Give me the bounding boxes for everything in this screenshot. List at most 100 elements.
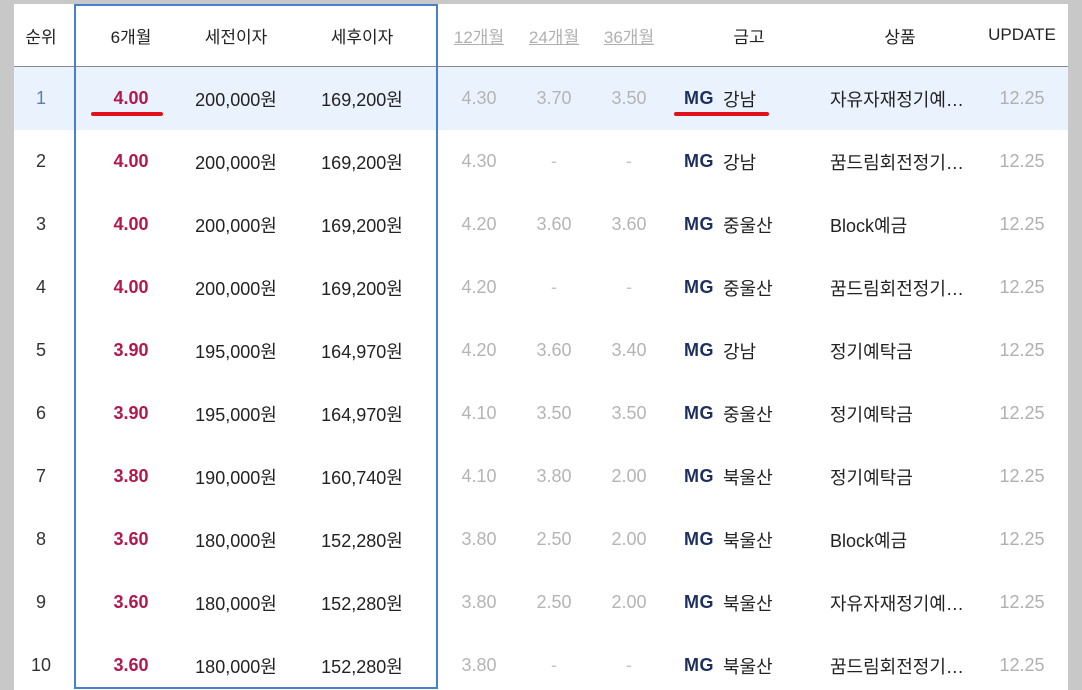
header-6-months[interactable]: 6개월 bbox=[76, 4, 186, 66]
bank-cell: MG 강남 bbox=[684, 130, 824, 193]
rate-12-months: 4.10 bbox=[461, 466, 497, 486]
header-36-months[interactable]: 36개월 bbox=[594, 4, 664, 66]
rate-6-months: 3.90 bbox=[113, 403, 149, 423]
update-cell: 12.25 bbox=[999, 592, 1045, 612]
rate-24-months: 3.60 bbox=[536, 214, 572, 234]
table-row[interactable]: 8 3.60 180,000원 152,280원 3.80 2.50 2.00 MG 북울산 Bl… bbox=[14, 508, 1068, 571]
header-bank: 금고 bbox=[733, 27, 765, 47]
product-cell[interactable]: 정기예탁금 bbox=[830, 382, 980, 445]
rate-36-months: 3.40 bbox=[611, 340, 647, 360]
table-row[interactable]: 9 3.60 180,000원 152,280원 3.80 2.50 2.00 MG 북울산 자유… bbox=[14, 571, 1068, 634]
product-cell[interactable]: 정기예탁금 bbox=[830, 445, 980, 508]
bank-cell: MG 북울산 bbox=[684, 634, 824, 690]
pretax-interest: 195,000원 bbox=[195, 341, 277, 362]
bank-cell: MG 북울산 bbox=[684, 445, 824, 508]
bank-cell: MG 중울산 bbox=[684, 193, 824, 256]
table-row[interactable]: 10 3.60 180,000원 152,280원 3.80 - - MG 북울산 꿈드림회전정기… bbox=[14, 634, 1068, 690]
bank-name: 북울산 bbox=[723, 530, 773, 551]
rate-24-months: 3.60 bbox=[536, 340, 572, 360]
rate-24-months: - bbox=[551, 151, 557, 171]
rate-36-months: - bbox=[626, 655, 632, 675]
rate-12-months: 4.20 bbox=[461, 277, 497, 297]
rate-table-frame: 순위 6개월 세전이자 세후이자 12개월 24개월 36개월 금고 상품 UP… bbox=[14, 4, 1068, 690]
product-cell[interactable]: 꿈드림회전정기… bbox=[830, 130, 980, 193]
header-product: 상품 bbox=[884, 27, 916, 47]
header-posttax-interest: 세후이자 bbox=[330, 27, 394, 47]
mg-logo: MG bbox=[684, 403, 714, 423]
pretax-interest: 200,000원 bbox=[195, 152, 277, 173]
rate-6-months: 4.00 bbox=[113, 151, 149, 171]
product-cell[interactable]: Block예금 bbox=[830, 193, 980, 256]
product-cell[interactable]: 꿈드림회전정기… bbox=[830, 256, 980, 319]
mg-logo: MG bbox=[684, 655, 714, 675]
table-row[interactable]: 6 3.90 195,000원 164,970원 4.10 3.50 3.50 MG 중울산 정기… bbox=[14, 382, 1068, 445]
header-24-months[interactable]: 24개월 bbox=[519, 4, 589, 66]
update-cell: 12.25 bbox=[999, 466, 1045, 486]
rate-24-months: 2.50 bbox=[536, 529, 572, 549]
rate-6-months: 3.60 bbox=[113, 592, 149, 612]
rate-36-months: - bbox=[626, 151, 632, 171]
bank-name: 북울산 bbox=[723, 656, 773, 677]
rate-36-months: 2.00 bbox=[611, 592, 647, 612]
table-header: 순위 6개월 세전이자 세후이자 12개월 24개월 36개월 금고 상품 UP… bbox=[14, 4, 1068, 67]
bank-cell: MG 북울산 bbox=[684, 508, 824, 571]
mg-logo: MG bbox=[684, 277, 714, 297]
posttax-interest: 169,200원 bbox=[321, 152, 403, 173]
rate-36-months: 3.60 bbox=[611, 214, 647, 234]
posttax-interest: 164,970원 bbox=[321, 341, 403, 362]
rate-6-months: 4.00 bbox=[113, 88, 149, 108]
rate-36-months: 2.00 bbox=[611, 466, 647, 486]
update-cell: 12.25 bbox=[999, 403, 1045, 423]
posttax-interest: 169,200원 bbox=[321, 89, 403, 110]
mg-logo: MG bbox=[684, 340, 714, 360]
rate-36-months: 3.50 bbox=[611, 403, 647, 423]
product-cell[interactable]: 자유자재정기예… bbox=[830, 67, 980, 130]
rank-cell: 9 bbox=[35, 592, 46, 612]
bank-name: 중울산 bbox=[723, 278, 773, 299]
rate-36-months: - bbox=[626, 277, 632, 297]
update-cell: 12.25 bbox=[999, 214, 1045, 234]
rank-cell: 2 bbox=[35, 151, 46, 171]
update-cell: 12.25 bbox=[999, 88, 1045, 108]
update-cell: 12.25 bbox=[999, 655, 1045, 675]
pretax-interest: 200,000원 bbox=[195, 278, 277, 299]
rate-24-months: 3.70 bbox=[536, 88, 572, 108]
pretax-interest: 200,000원 bbox=[195, 215, 277, 236]
rate-6-months: 3.80 bbox=[113, 466, 149, 486]
header-update: UPDATE bbox=[988, 25, 1056, 44]
table-row[interactable]: 2 4.00 200,000원 169,200원 4.30 - - MG 강남 꿈드림회전정기… 1… bbox=[14, 130, 1068, 193]
rank-cell: 7 bbox=[35, 466, 46, 486]
product-cell[interactable]: 정기예탁금 bbox=[830, 319, 980, 382]
mg-logo: MG bbox=[684, 466, 714, 486]
header-12-months[interactable]: 12개월 bbox=[444, 4, 514, 66]
table-row[interactable]: 4 4.00 200,000원 169,200원 4.20 - - MG 중울산 꿈드림회전정기…… bbox=[14, 256, 1068, 319]
posttax-interest: 152,280원 bbox=[321, 530, 403, 551]
table-row[interactable]: 5 3.90 195,000원 164,970원 4.20 3.60 3.40 MG 강남 정기예… bbox=[14, 319, 1068, 382]
rate-12-months: 4.10 bbox=[461, 403, 497, 423]
bank-cell: MG 중울산 bbox=[684, 256, 824, 319]
rank-cell: 4 bbox=[35, 277, 46, 297]
rate-24-months: - bbox=[551, 655, 557, 675]
rate-6-months: 4.00 bbox=[113, 214, 149, 234]
pretax-interest: 180,000원 bbox=[195, 530, 277, 551]
mg-logo: MG bbox=[684, 88, 714, 108]
product-cell[interactable]: 꿈드림회전정기… bbox=[830, 634, 980, 690]
annotation-underline-bank bbox=[674, 112, 769, 116]
table-row[interactable]: 7 3.80 190,000원 160,740원 4.10 3.80 2.00 MG 북울산 정기… bbox=[14, 445, 1068, 508]
rate-24-months: 3.50 bbox=[536, 403, 572, 423]
product-cell[interactable]: 자유자재정기예… bbox=[830, 571, 980, 634]
bank-name: 북울산 bbox=[723, 467, 773, 488]
rate-6-months: 3.60 bbox=[113, 655, 149, 675]
table-row[interactable]: 1 4.00 200,000원 169,200원 4.30 3.70 3.50 MG 강남 자유자… bbox=[14, 67, 1068, 130]
bank-name: 북울산 bbox=[723, 593, 773, 614]
table-row[interactable]: 3 4.00 200,000원 169,200원 4.20 3.60 3.60 MG 중울산 Bl… bbox=[14, 193, 1068, 256]
rate-24-months: 3.80 bbox=[536, 466, 572, 486]
posttax-interest: 160,740원 bbox=[321, 467, 403, 488]
rate-24-months: 2.50 bbox=[536, 592, 572, 612]
pretax-interest: 190,000원 bbox=[195, 467, 277, 488]
pretax-interest: 195,000원 bbox=[195, 404, 277, 425]
product-cell[interactable]: Block예금 bbox=[830, 508, 980, 571]
rank-cell: 6 bbox=[35, 403, 46, 423]
mg-logo: MG bbox=[684, 151, 714, 171]
rate-6-months: 4.00 bbox=[113, 277, 149, 297]
